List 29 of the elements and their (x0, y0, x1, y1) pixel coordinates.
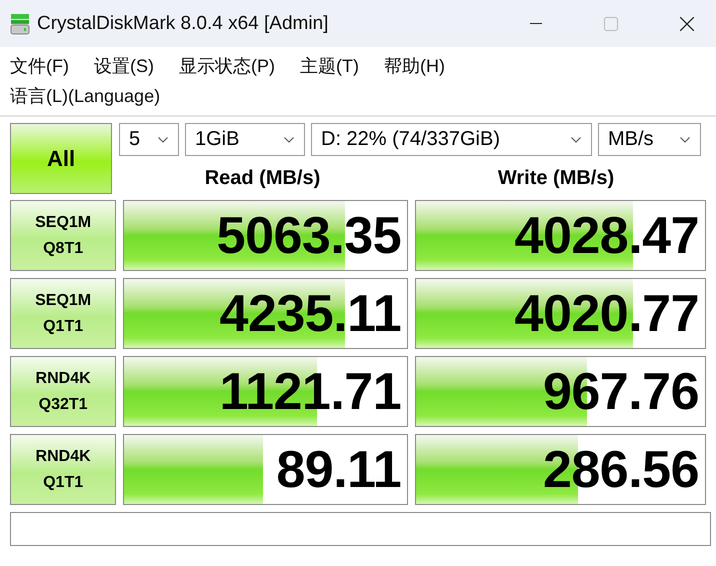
dropdown[interactable]: 5 (119, 123, 179, 156)
test-button[interactable]: RND4K Q32T1 (10, 356, 116, 427)
window-title: CrystalDiskMark 8.0.4 x64 [Admin] (37, 12, 328, 34)
column-header: Write (MB/s) (496, 166, 616, 190)
chevron-down-icon (158, 136, 168, 142)
test-button[interactable]: SEQ1M Q1T1 (10, 278, 116, 349)
dropdown[interactable]: 1GiB (185, 123, 305, 156)
close-icon[interactable] (680, 16, 694, 30)
menu-item[interactable]: 主题(T) (300, 51, 384, 81)
dropdown[interactable]: D: 22% (74/337GiB) (311, 123, 592, 156)
comment-field[interactable] (10, 512, 711, 546)
chevron-down-icon (680, 136, 690, 142)
result-value: 967.76 (542, 362, 699, 422)
test-button[interactable]: SEQ1M Q8T1 (10, 200, 116, 271)
chevron-down-icon (284, 136, 294, 142)
chevron-down-icon (571, 136, 581, 142)
result-value: 286.56 (542, 440, 699, 500)
test-button[interactable]: RND4K Q1T1 (10, 434, 116, 505)
result-value: 89.11 (276, 440, 402, 500)
menu-item[interactable]: 帮助(H) (384, 51, 470, 81)
dropdown[interactable]: MB/s (598, 123, 701, 156)
minimize-icon[interactable] (530, 22, 542, 24)
disk-icon (10, 12, 30, 34)
menu-item[interactable]: 显示状态(P) (178, 51, 300, 81)
menu-item[interactable]: 语言(L)(Language) (10, 81, 186, 111)
menu-item[interactable]: 设置(S) (94, 51, 179, 81)
menu-item[interactable]: 文件(F) (10, 51, 94, 81)
all-button[interactable]: All (10, 123, 112, 194)
column-header: Read (MB/s) (204, 166, 322, 190)
